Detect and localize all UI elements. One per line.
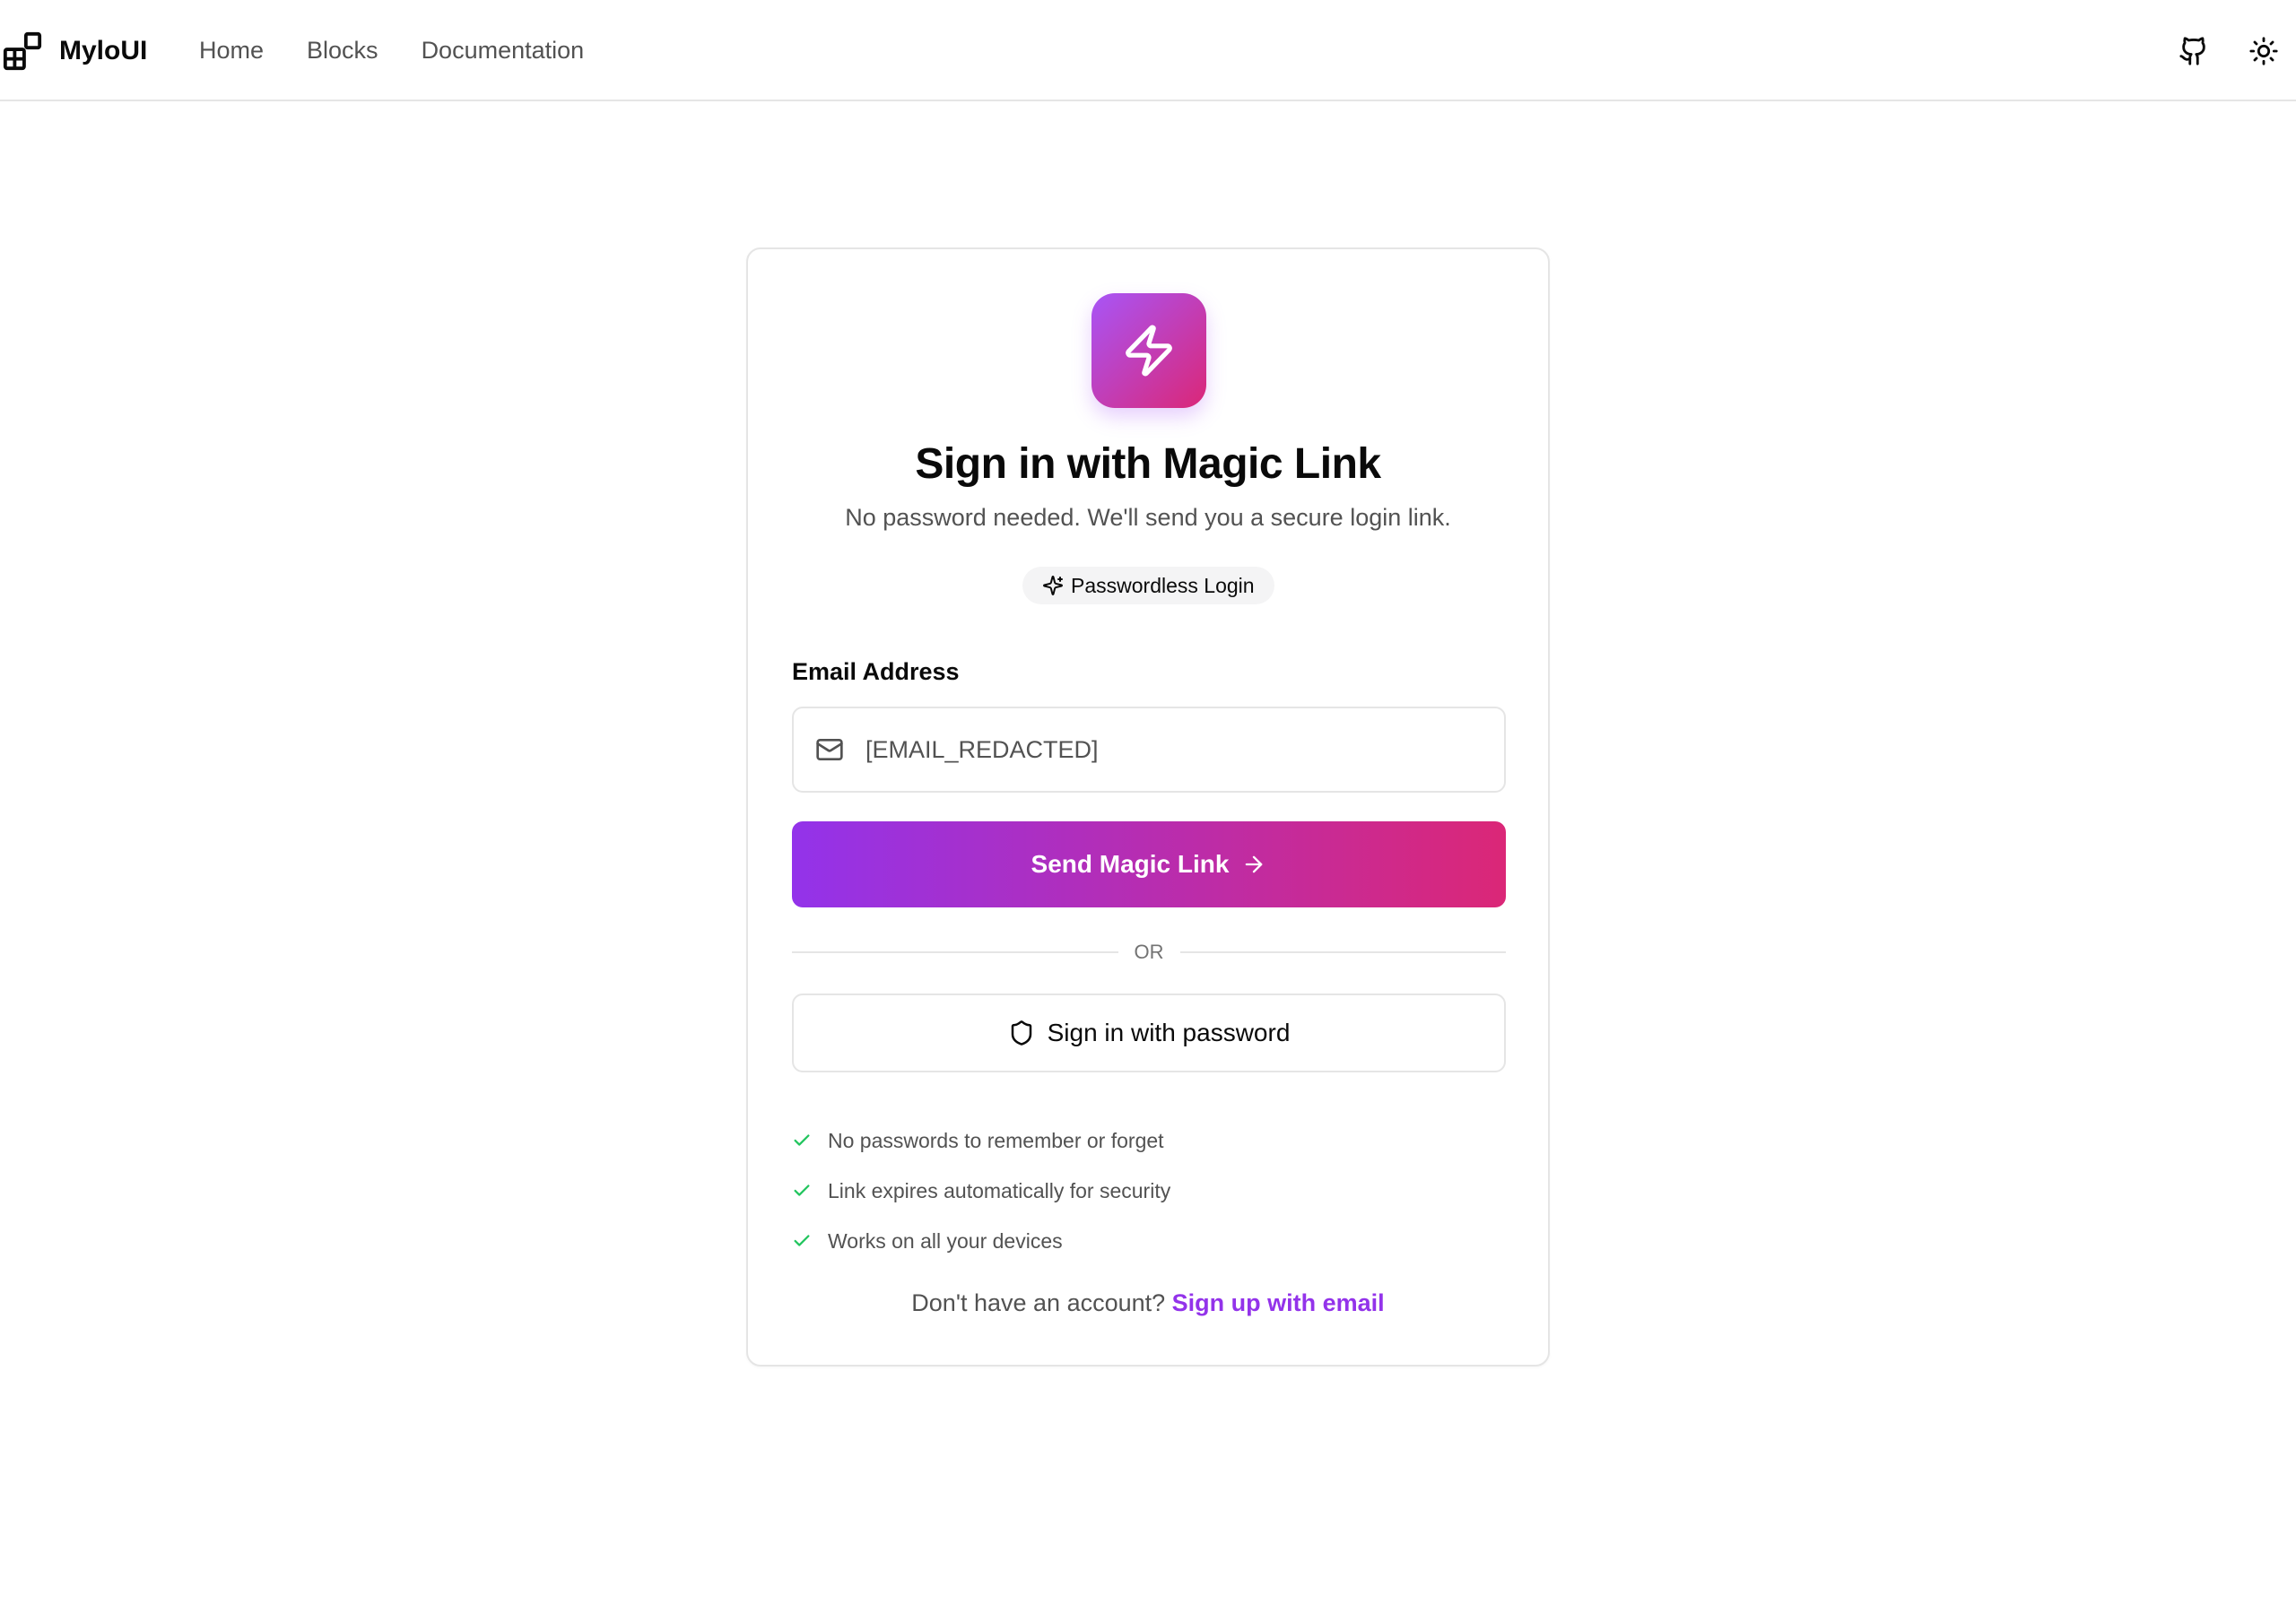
feature-item: No passwords to remember or forget	[792, 1115, 1170, 1166]
nav-links: Home Blocks Documentation	[199, 0, 627, 101]
send-magic-link-label: Send Magic Link	[1031, 850, 1230, 878]
mail-icon	[816, 739, 843, 760]
check-icon	[794, 1134, 810, 1146]
sparkles-icon	[1043, 576, 1063, 595]
email-field[interactable]	[792, 707, 1506, 793]
lightning-bolt-icon	[1126, 325, 1172, 377]
email-label: Email Address	[792, 658, 960, 685]
send-magic-link-button[interactable]: Send Magic Link	[792, 821, 1506, 907]
page-title: Sign in with Magic Link	[915, 440, 1381, 488]
navbar: MyloUI Home Blocks Documentation	[0, 0, 2296, 101]
feature-text: Link expires automatically for security	[828, 1178, 1171, 1202]
hero-icon-tile	[1091, 293, 1206, 408]
divider-line-left	[792, 951, 1118, 953]
nav-actions	[2172, 0, 2296, 101]
feature-item: Works on all your devices	[792, 1216, 1170, 1266]
signup-link[interactable]: Sign up with email	[1172, 1289, 1385, 1316]
brand-name: MyloUI	[59, 35, 148, 65]
feature-text: Works on all your devices	[828, 1228, 1063, 1253]
sun-icon	[2249, 36, 2278, 65]
page-subtitle: No password needed. We'll send you a sec…	[845, 504, 1451, 531]
magic-link-card: Sign in with Magic Link No password need…	[746, 247, 1550, 1367]
github-icon	[2179, 36, 2205, 65]
check-icon	[794, 1184, 810, 1196]
arrow-right-icon	[1246, 855, 1263, 873]
sign-in-password-label: Sign in with password	[1047, 1019, 1291, 1046]
github-button[interactable]	[2172, 30, 2215, 73]
or-divider: OR	[792, 938, 1506, 967]
passwordless-badge: Passwordless Login	[1022, 567, 1274, 604]
feature-list: No passwords to remember or forget Link …	[792, 1115, 1170, 1266]
badge-label: Passwordless Login	[1071, 573, 1255, 597]
signup-prompt: Don't have an account? Sign up with emai…	[748, 1289, 1548, 1317]
brand[interactable]: MyloUI	[0, 0, 147, 101]
signup-prompt-text: Don't have an account?	[911, 1289, 1166, 1316]
blocks-logo-icon	[3, 31, 42, 70]
divider-label: OR	[1134, 941, 1164, 963]
sign-in-password-button[interactable]: Sign in with password	[792, 994, 1506, 1072]
nav-link-documentation[interactable]: Documentation	[422, 37, 585, 65]
nav-link-blocks[interactable]: Blocks	[307, 37, 378, 65]
check-icon	[794, 1235, 810, 1246]
theme-toggle-button[interactable]	[2242, 30, 2285, 73]
nav-link-home[interactable]: Home	[199, 37, 264, 65]
feature-text: No passwords to remember or forget	[828, 1128, 1164, 1152]
email-input[interactable]	[865, 735, 1475, 764]
shield-icon	[1011, 1020, 1031, 1046]
feature-item: Link expires automatically for security	[792, 1166, 1170, 1216]
divider-line-right	[1179, 951, 1506, 953]
